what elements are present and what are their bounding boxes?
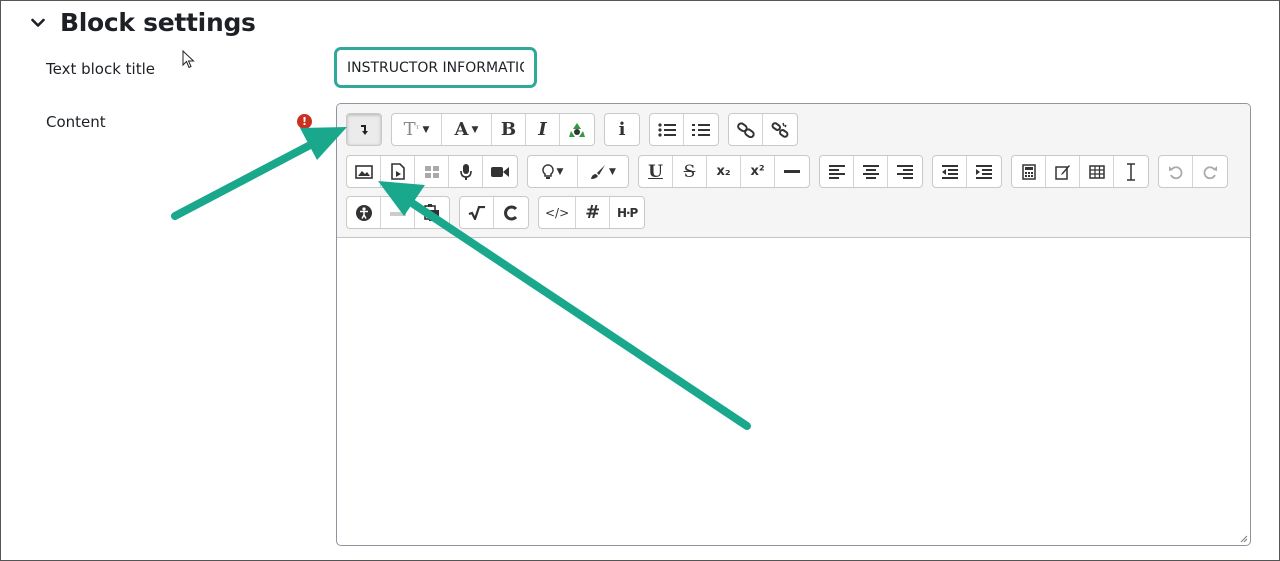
undo-icon[interactable] [1159,156,1193,187]
toolbar-group [728,113,798,146]
table-icon[interactable] [1080,156,1114,187]
align-center-icon[interactable] [854,156,888,187]
italic-icon[interactable]: I [526,114,560,145]
mouse-pointer-icon [182,50,196,70]
underline-icon[interactable]: U [639,156,673,187]
font-color-icon[interactable]: A ▼ [442,114,492,145]
toolbar-group: U S x₂ x² [638,155,810,188]
align-right-icon[interactable] [888,156,922,187]
clear-formatting-icon[interactable] [1114,156,1148,187]
bold-icon[interactable]: B [492,114,526,145]
h5p-icon[interactable]: H·P [610,197,644,228]
calculator-icon[interactable] [1012,156,1046,187]
toolbar-group [1011,155,1149,188]
toolbar-group [346,113,382,146]
editor-content-area[interactable] [337,238,1250,545]
toolbar-group: i [604,113,640,146]
screenreader-icon[interactable] [381,197,415,228]
indent-icon[interactable] [967,156,1001,187]
font-size-icon[interactable]: Tᵀ ▼ [392,114,442,145]
ordered-list-icon[interactable] [684,114,718,145]
manage-files-icon[interactable] [415,156,449,187]
toolbar-row-3: </> # H·P [346,196,654,229]
recycle-icon[interactable] [560,114,594,145]
toolbar-group [932,155,1002,188]
horizontal-rule-icon[interactable] [775,156,809,187]
toolbar-group [649,113,719,146]
superscript-icon[interactable]: x² [741,156,775,187]
edit-icon[interactable] [1046,156,1080,187]
equation-icon[interactable] [460,197,494,228]
text-editor[interactable]: Tᵀ ▼ A ▼ B I i ▼ ▼ U S x₂ x² </> # H·P [336,103,1251,546]
toolbar-group [346,196,450,229]
toolbar-group [1158,155,1228,188]
special-char-icon[interactable] [494,197,528,228]
toolbar-group: Tᵀ ▼ A ▼ B I [391,113,595,146]
toolbar-group [819,155,923,188]
subscript-icon[interactable]: x₂ [707,156,741,187]
toolbar-row-1: Tᵀ ▼ A ▼ B I i [346,113,807,146]
image-icon[interactable] [347,156,381,187]
redo-icon[interactable] [1193,156,1227,187]
paintbrush-icon[interactable]: ▼ [578,156,628,187]
record-audio-icon[interactable] [449,156,483,187]
section-title: Block settings [60,8,256,37]
unlink-icon[interactable] [763,114,797,145]
toolbar-group [346,155,518,188]
html-code-icon[interactable]: </> [539,197,577,228]
title-label: Text block title [46,60,155,78]
toolbar-group [459,196,529,229]
unordered-list-icon[interactable] [650,114,684,145]
chevron-down-icon[interactable] [28,13,48,33]
info-icon[interactable]: i [605,114,639,145]
strikethrough-icon[interactable]: S [673,156,707,187]
required-icon: ! [297,114,312,129]
outdent-icon[interactable] [933,156,967,187]
collapse-icon[interactable] [347,114,381,145]
toolbar-group: ▼ ▼ [527,155,629,188]
toolbar-group: </> # H·P [538,196,646,229]
resize-handle-icon[interactable] [1238,533,1248,543]
lightbulb-icon[interactable]: ▼ [528,156,578,187]
record-video-icon[interactable] [483,156,517,187]
paste-icon[interactable] [415,197,449,228]
section-header[interactable]: Block settings [28,8,256,37]
toolbar-row-2: ▼ ▼ U S x₂ x² [346,155,1237,188]
link-icon[interactable] [729,114,763,145]
title-input[interactable] [334,47,537,88]
accessibility-icon[interactable] [347,197,381,228]
hashtag-icon[interactable]: # [576,197,611,228]
content-label: Content [46,113,106,131]
media-file-icon[interactable] [381,156,415,187]
editor-toolbar: Tᵀ ▼ A ▼ B I i ▼ ▼ U S x₂ x² </> # H·P [337,104,1250,238]
align-left-icon[interactable] [820,156,854,187]
